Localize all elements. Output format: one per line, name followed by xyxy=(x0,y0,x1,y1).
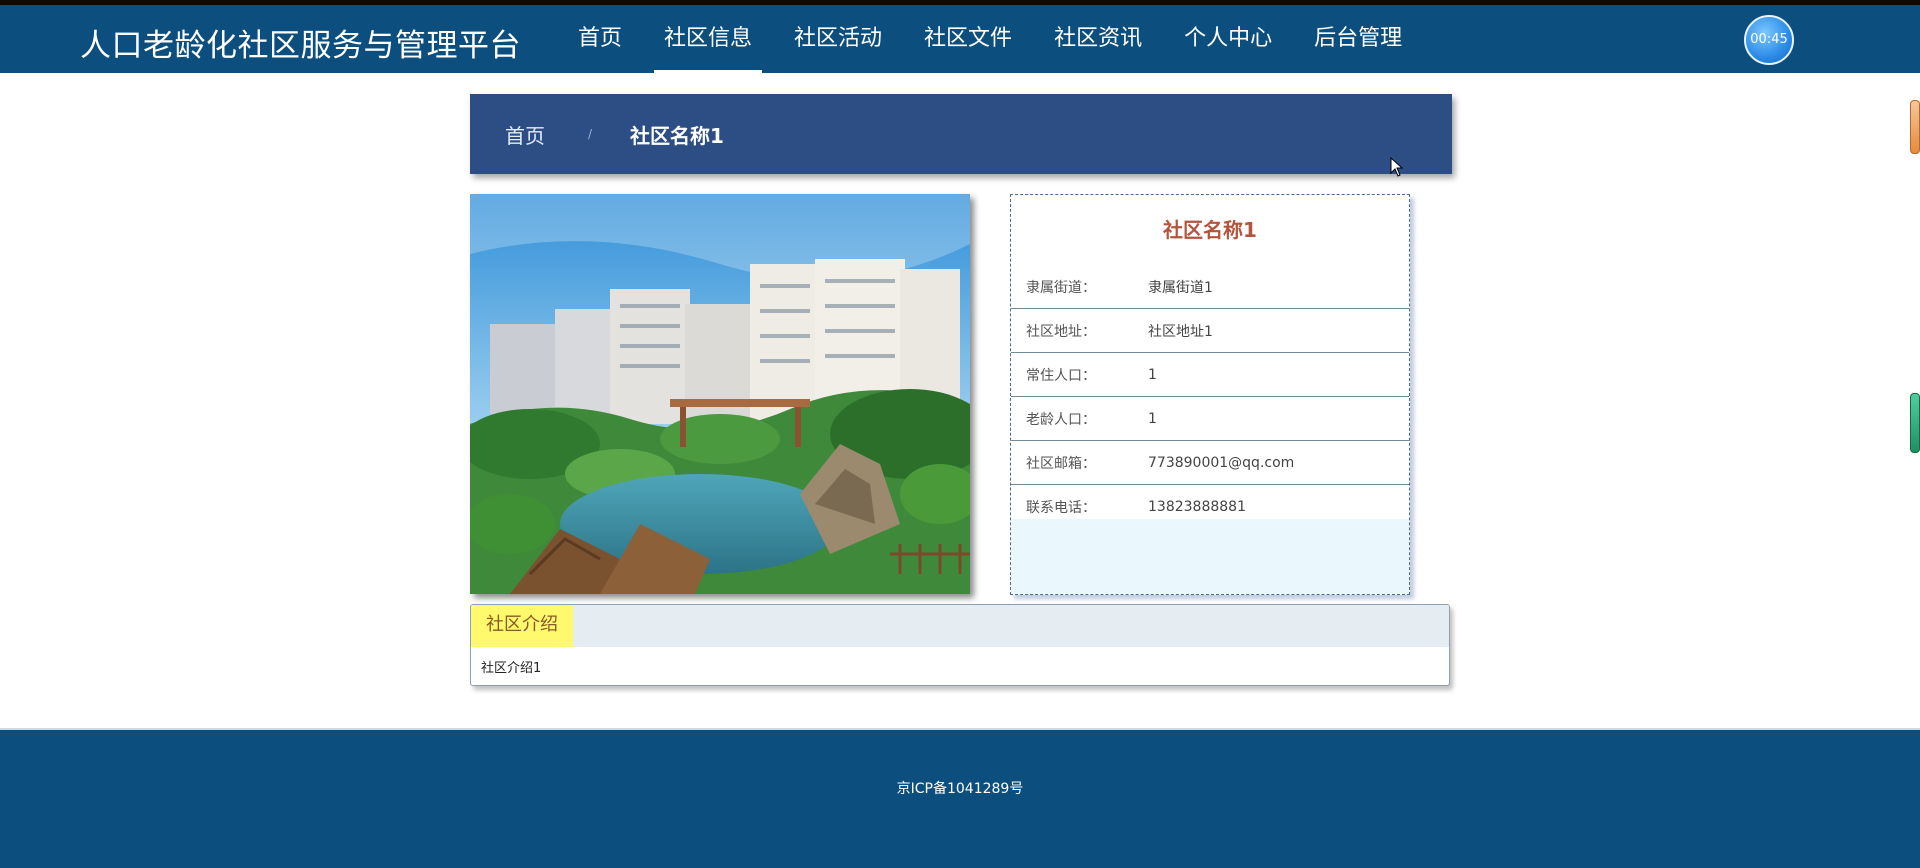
info-row-elderly-population: 老龄人口： 1 xyxy=(1011,397,1409,441)
community-intro-section: 社区介绍 社区介绍1 xyxy=(470,604,1450,686)
breadcrumb-separator: / xyxy=(588,127,593,141)
info-panel-footer xyxy=(1011,519,1409,594)
community-photo xyxy=(470,194,970,594)
info-label: 隶属街道： xyxy=(1026,279,1096,296)
nav-home[interactable]: 首页 xyxy=(568,5,632,73)
intro-header: 社区介绍 xyxy=(471,605,1449,647)
info-value: 1 xyxy=(1148,366,1157,383)
main-nav: 首页 社区信息 社区活动 社区文件 社区资讯 个人中心 后台管理 xyxy=(568,5,1434,73)
breadcrumb-current: 社区名称1 xyxy=(630,123,724,148)
info-value: 隶属街道1 xyxy=(1148,279,1213,296)
mouse-cursor-icon xyxy=(1390,157,1404,177)
community-info-panel: 社区名称1 隶属街道： 隶属街道1 社区地址： 社区地址1 常住人口： 1 老龄… xyxy=(1010,194,1410,595)
info-value: 773890001@qq.com xyxy=(1148,454,1295,471)
side-scroll-indicator-mid[interactable] xyxy=(1910,393,1920,453)
timer-badge: 00:45 xyxy=(1744,15,1794,65)
nav-community-files[interactable]: 社区文件 xyxy=(914,5,1022,73)
icp-license: 京ICP备1041289号 xyxy=(896,781,1024,797)
info-row-email: 社区邮箱： 773890001@qq.com xyxy=(1011,441,1409,485)
footer: 京ICP备1041289号 xyxy=(0,728,1920,868)
info-row-resident-population: 常住人口： 1 xyxy=(1011,353,1409,397)
info-label: 联系电话： xyxy=(1026,499,1096,516)
nav-community-info[interactable]: 社区信息 xyxy=(654,5,763,73)
site-title[interactable]: 人口老龄化社区服务与管理平台 xyxy=(80,20,521,65)
info-row-address: 社区地址： 社区地址1 xyxy=(1011,309,1409,353)
side-scroll-indicator-top[interactable] xyxy=(1910,100,1920,154)
community-name: 社区名称1 xyxy=(1163,218,1257,242)
nav-personal-center[interactable]: 个人中心 xyxy=(1174,5,1282,73)
info-value: 1 xyxy=(1148,410,1157,427)
nav-community-activities[interactable]: 社区活动 xyxy=(784,5,892,73)
breadcrumb-home-link[interactable]: 首页 xyxy=(505,120,545,149)
info-label: 社区地址： xyxy=(1026,323,1096,340)
intro-content: 社区介绍1 xyxy=(481,661,542,676)
nav-community-news[interactable]: 社区资讯 xyxy=(1044,5,1152,73)
top-navbar: 人口老龄化社区服务与管理平台 首页 社区信息 社区活动 社区文件 社区资讯 个人… xyxy=(0,0,1920,73)
breadcrumb: 首页 / 社区名称1 xyxy=(470,94,1452,174)
info-value: 社区地址1 xyxy=(1148,323,1213,340)
info-label: 社区邮箱： xyxy=(1026,455,1096,472)
nav-admin[interactable]: 后台管理 xyxy=(1304,5,1412,73)
info-value: 13823888881 xyxy=(1148,498,1246,515)
intro-tab[interactable]: 社区介绍 xyxy=(471,605,573,647)
info-label: 常住人口： xyxy=(1026,367,1096,384)
info-row-street: 隶属街道： 隶属街道1 xyxy=(1011,265,1409,309)
info-label: 老龄人口： xyxy=(1026,411,1096,428)
